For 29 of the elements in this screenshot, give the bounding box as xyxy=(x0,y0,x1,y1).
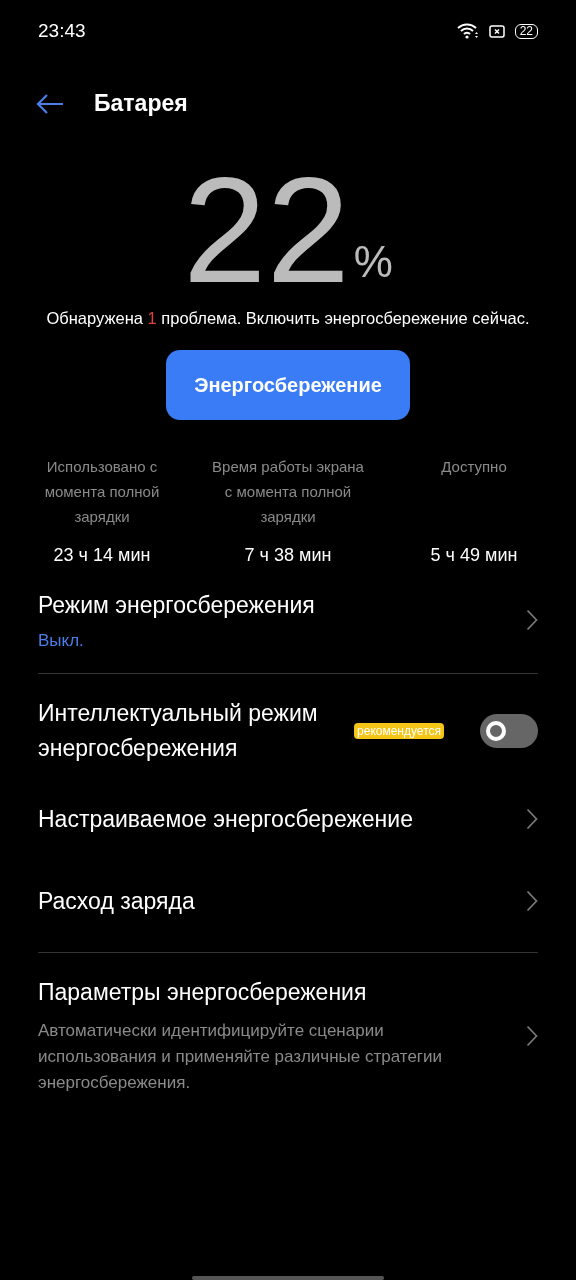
recommended-badge: рекомендуется xyxy=(354,723,444,739)
stat-value: 23 ч 14 мин xyxy=(53,545,151,566)
sim-card-icon xyxy=(488,24,505,38)
setting-title[interactable]: Настраиваемое энергосбережение xyxy=(38,801,413,837)
stat-value: 5 ч 49 мин xyxy=(430,545,518,566)
stat-label: Использовано с момента полной зарядки xyxy=(43,457,161,527)
setting-title[interactable]: Расход заряда xyxy=(38,883,195,919)
page-title: Батарея xyxy=(94,90,188,117)
chevron-icon xyxy=(526,608,538,631)
battery-percentage: 22 xyxy=(183,155,350,305)
setting-value: Выкл. xyxy=(38,631,85,651)
stat-value: 7 ч 38 мин xyxy=(244,545,332,566)
stat-label: Время работы экрана с момента полной зарядки xyxy=(211,457,365,527)
battery-indicator: 22 xyxy=(514,23,538,39)
setting-title[interactable]: Режим энергосбережения xyxy=(38,588,315,623)
status-time: 23:43 xyxy=(38,20,86,42)
percent-sign: % xyxy=(353,237,393,287)
chevron-icon xyxy=(526,890,538,912)
chevron-icon xyxy=(526,1024,538,1047)
setting-description: Автоматически идентифицируйте сценарии использования и применяйте различные стратегии энергосбережения. xyxy=(38,1020,444,1094)
chevron-icon xyxy=(526,808,538,830)
stat-label: Доступно xyxy=(441,457,507,477)
wifi-icon xyxy=(456,23,479,39)
setting-title: Интеллектуальный режим энергосбережения xyxy=(38,699,318,763)
back-arrow-icon[interactable] xyxy=(36,93,64,114)
power-saving-button[interactable]: Энергосбережение xyxy=(166,350,410,420)
toggle-switch[interactable] xyxy=(480,714,538,748)
setting-title[interactable]: Параметры энергосбережения xyxy=(38,975,478,1010)
problem-message: Обнаружена 1 проблема. Включить энергосбережение сейчас. xyxy=(45,309,531,328)
